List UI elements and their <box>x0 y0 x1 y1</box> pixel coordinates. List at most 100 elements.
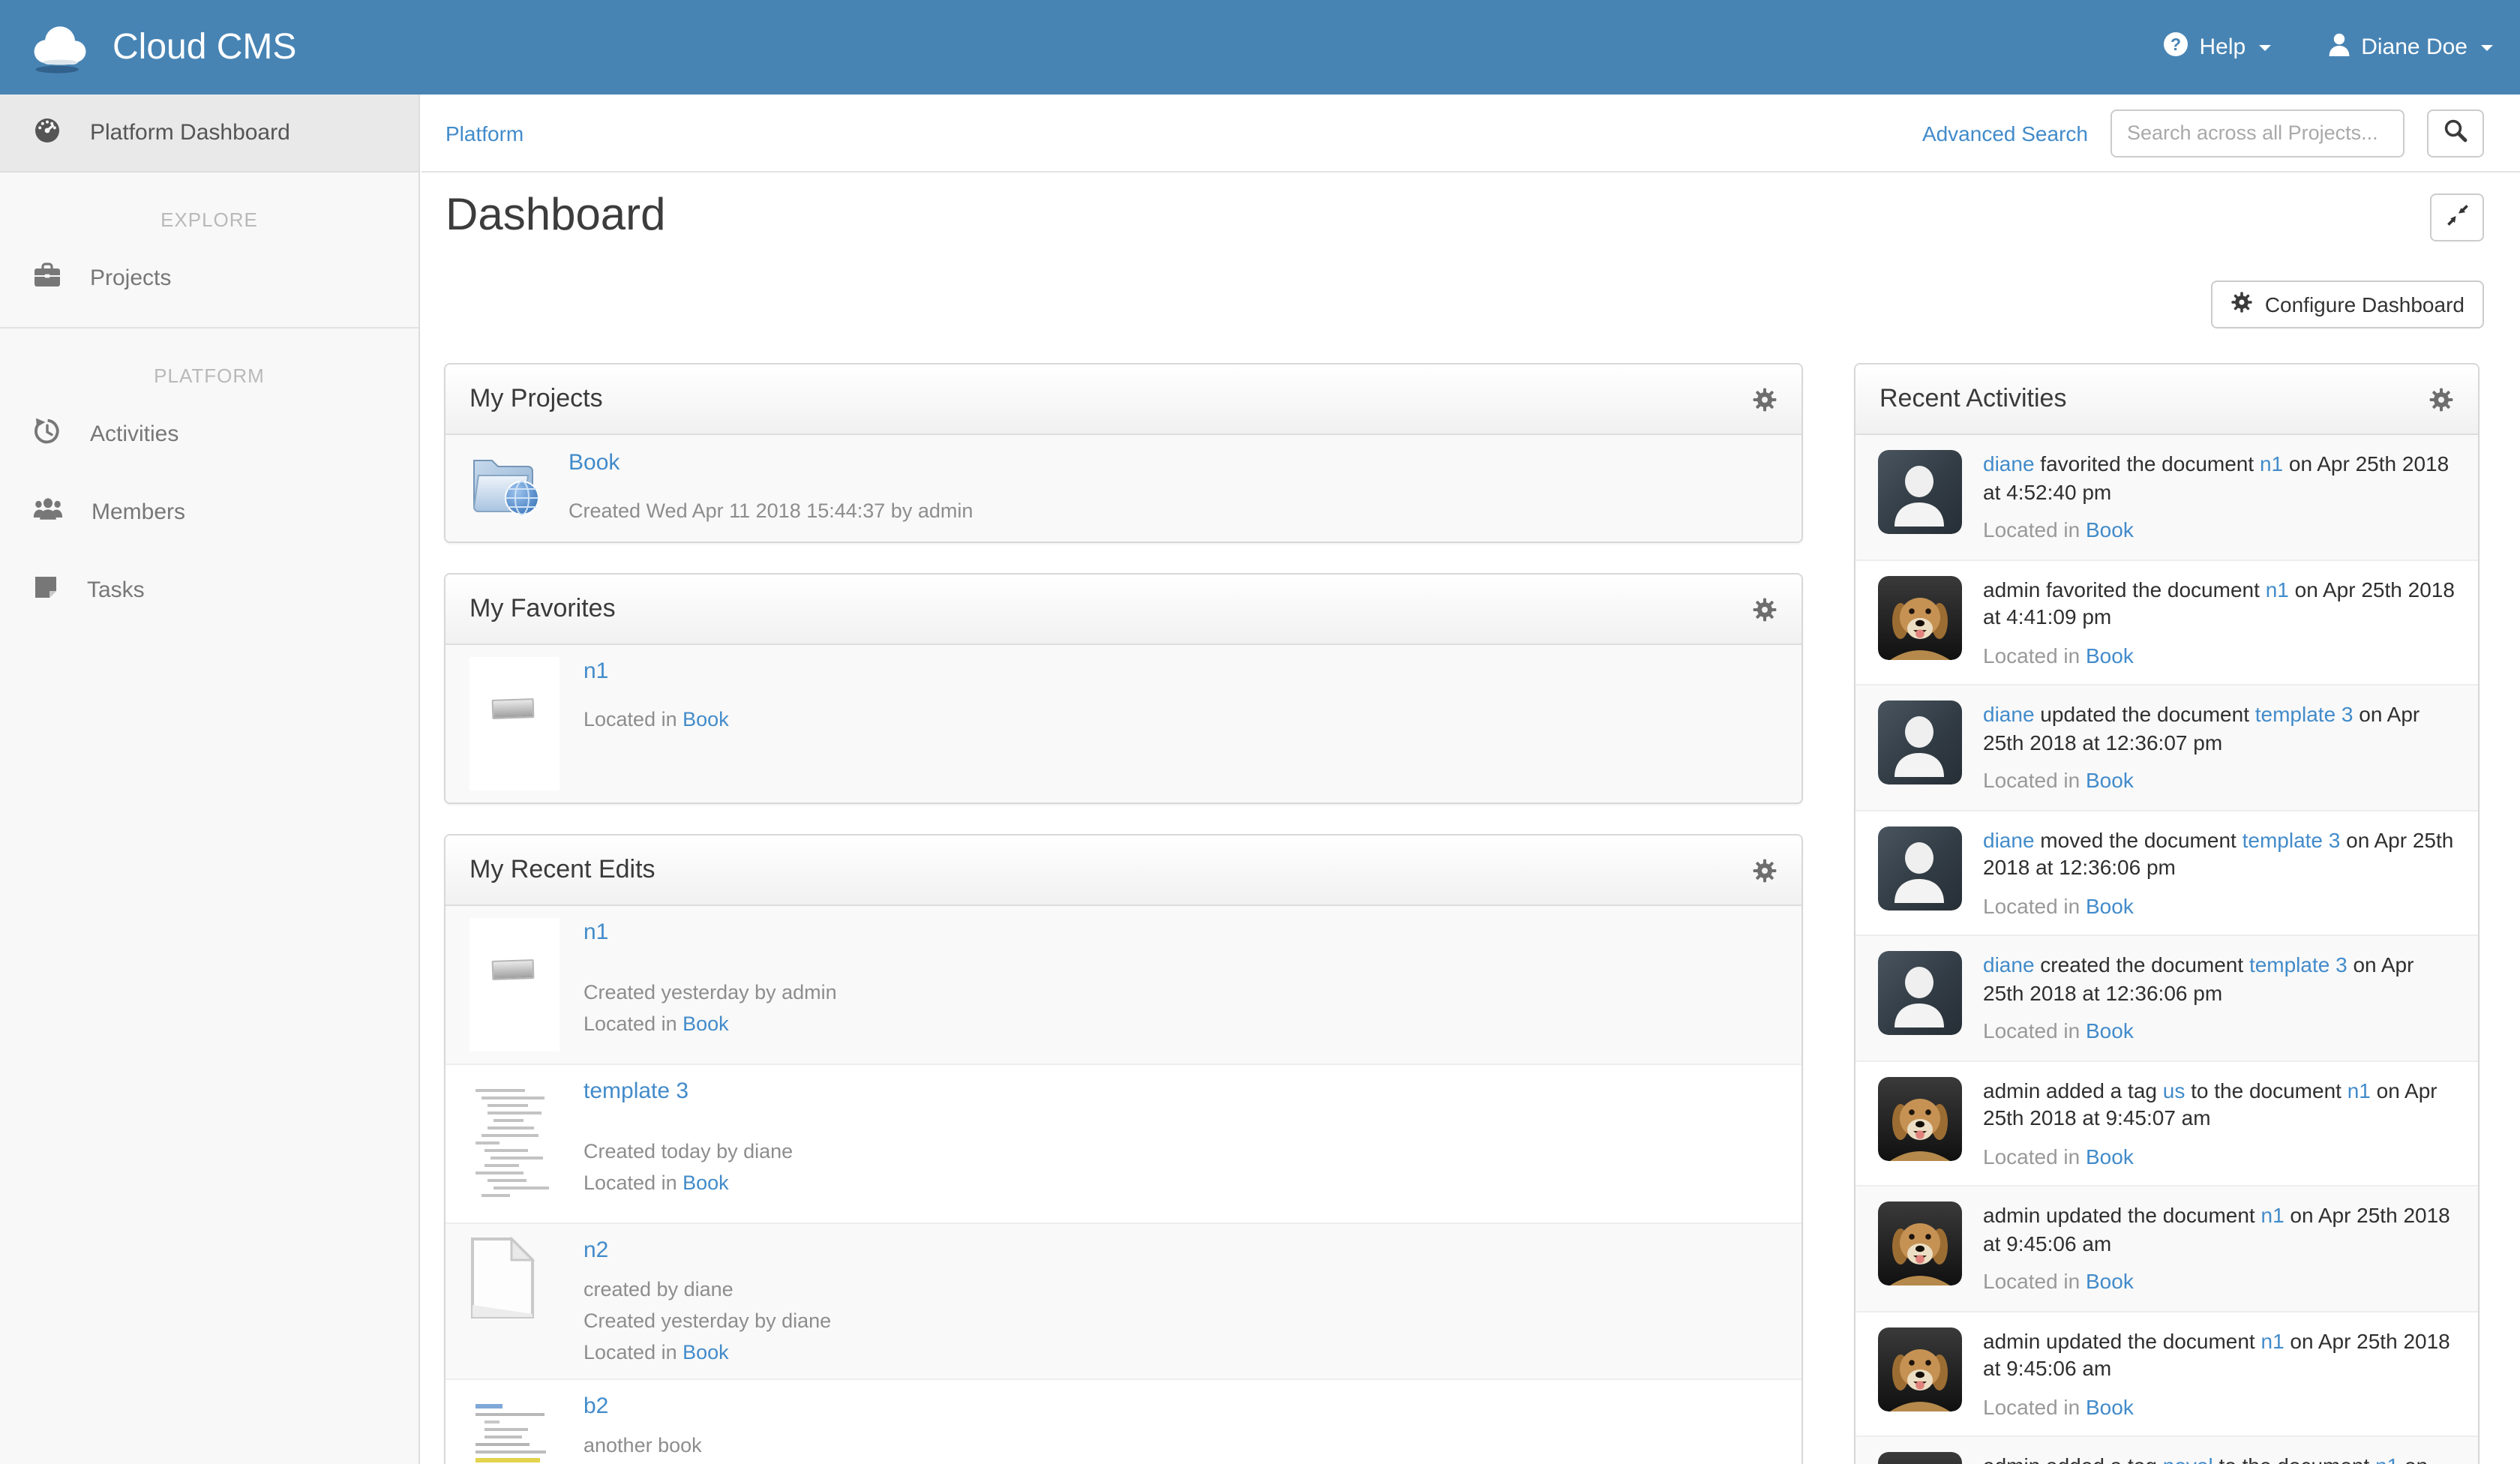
document-description: another book <box>584 1432 828 1460</box>
activity-link[interactable]: n1 <box>2261 1328 2284 1352</box>
activity-link[interactable]: n1 <box>2260 452 2283 476</box>
document-link[interactable]: template 3 <box>584 1077 793 1106</box>
sidebar-item-members[interactable]: Members <box>0 480 418 543</box>
panel-settings-button[interactable] <box>1752 596 1778 622</box>
activity-body: admin updated the document n1 on Apr 25t… <box>1983 1327 2456 1420</box>
located-in: Located in Book <box>584 1011 837 1038</box>
document-thumbnail[interactable] <box>470 918 560 1052</box>
sidebar-divider <box>0 327 418 328</box>
dog-avatar <box>1878 1327 1962 1411</box>
located-in: Located in Book <box>1983 1142 2456 1170</box>
located-in: Located in Book <box>1983 1268 2456 1295</box>
cloud-icon <box>27 20 93 75</box>
search-input[interactable] <box>2110 109 2404 157</box>
document-thumbnail[interactable] <box>470 1236 560 1328</box>
sidebar-item-platform-dashboard[interactable]: Platform Dashboard <box>0 94 418 172</box>
located-link[interactable]: Book <box>2086 1144 2134 1168</box>
people-icon <box>33 496 63 526</box>
panel-settings-button[interactable] <box>2428 386 2454 412</box>
advanced-search-link[interactable]: Advanced Search <box>1922 121 2088 145</box>
document-meta: Created today by diane <box>584 1138 793 1166</box>
panel-settings-button[interactable] <box>1752 386 1778 412</box>
activity-item: admin updated the document n1 on Apr 25t… <box>1856 1185 2478 1310</box>
person-avatar <box>1878 951 1962 1035</box>
activity-link[interactable]: n1 <box>2261 1203 2284 1227</box>
panel-settings-button[interactable] <box>1752 857 1778 883</box>
document-link[interactable]: b2 <box>584 1392 828 1420</box>
activity-item: diane favorited the document n1 on Apr 2… <box>1856 435 2478 559</box>
located-link[interactable]: Book <box>2086 1394 2134 1418</box>
list-item: b2another bookCreated last week by diane <box>446 1378 1802 1464</box>
person-avatar <box>1878 826 1962 910</box>
located-in: Located in Book <box>1983 641 2456 669</box>
activity-link[interactable]: n1 <box>2375 1454 2398 1464</box>
document-info: b2another bookCreated last week by diane <box>584 1392 828 1464</box>
note-icon <box>33 574 58 605</box>
located-link[interactable]: Book <box>2086 1018 2134 1042</box>
brand-title: Cloud CMS <box>112 26 296 68</box>
question-circle-icon: ? <box>2164 32 2189 63</box>
breadcrumb-bar: Platform Advanced Search <box>422 94 2520 172</box>
located-link[interactable]: Book <box>2086 893 2134 917</box>
document-info: template 3Created today by dianeLocated … <box>584 1077 793 1197</box>
document-description: created by diane <box>584 1276 831 1304</box>
project-folder-icon[interactable] <box>470 448 544 528</box>
list-item: n2created by dianeCreated yesterday by d… <box>446 1222 1802 1378</box>
gear-icon <box>2230 291 2253 318</box>
sidebar-item-activities[interactable]: Activities <box>0 402 418 465</box>
activity-link[interactable]: n1 <box>2266 577 2289 601</box>
project-link[interactable]: Book <box>568 448 973 477</box>
activity-link[interactable]: template 3 <box>2255 702 2354 726</box>
document-link[interactable]: n1 <box>584 918 837 946</box>
located-link[interactable]: Book <box>2086 768 2134 792</box>
svg-text:?: ? <box>2170 34 2181 54</box>
activity-link[interactable]: n1 <box>2348 1078 2371 1102</box>
document-info: n1Created yesterday by adminLocated in B… <box>584 918 837 1038</box>
sidebar-item-label: Projects <box>90 265 171 290</box>
main-content: Platform Advanced Search Dashboard <box>422 94 2520 1464</box>
located-link[interactable]: Book <box>2086 643 2134 667</box>
activity-item: admin updated the document n1 on Apr 25t… <box>1856 1310 2478 1436</box>
activity-link[interactable]: us <box>2163 1078 2186 1102</box>
document-link[interactable]: n2 <box>584 1236 831 1264</box>
document-thumbnail[interactable] <box>470 657 560 790</box>
brand-logo[interactable]: Cloud CMS <box>27 20 296 75</box>
located-link[interactable]: Book <box>2086 1269 2134 1293</box>
document-thumbnail[interactable] <box>470 1077 560 1210</box>
user-menu[interactable]: Diane Doe <box>2328 32 2493 62</box>
document-thumbnail[interactable] <box>470 1392 560 1464</box>
my-recent-edits-panel: My Recent Edits <box>444 834 1803 1464</box>
history-icon <box>33 416 62 451</box>
activity-link[interactable]: template 3 <box>2249 952 2348 976</box>
located-link[interactable]: Book <box>682 1012 729 1035</box>
sidebar-item-projects[interactable]: Projects <box>0 246 418 309</box>
activity-link[interactable]: diane <box>1983 452 2035 476</box>
activity-link[interactable]: novel <box>2163 1454 2213 1464</box>
located-link[interactable]: Book <box>682 708 729 730</box>
document-link[interactable]: n1 <box>584 657 729 686</box>
activity-body: diane moved the document template 3 on A… <box>1983 826 2456 920</box>
list-item: Book Created Wed Apr 11 2018 15:44:37 by… <box>446 435 1802 542</box>
located-link[interactable]: Book <box>682 1172 729 1194</box>
activity-link[interactable]: diane <box>1983 952 2035 976</box>
sidebar-item-tasks[interactable]: Tasks <box>0 558 418 621</box>
located-link[interactable]: Book <box>2086 518 2134 542</box>
search-button[interactable] <box>2427 109 2484 157</box>
located-link[interactable]: Book <box>682 1341 729 1364</box>
person-avatar <box>1878 700 1962 784</box>
activity-link[interactable]: template 3 <box>2242 827 2341 851</box>
configure-dashboard-button[interactable]: Configure Dashboard <box>2211 280 2484 328</box>
help-menu[interactable]: ? Help <box>2164 32 2272 63</box>
breadcrumb-platform-link[interactable]: Platform <box>446 121 524 145</box>
recent-edits-list: n1Created yesterday by adminLocated in B… <box>446 906 1802 1464</box>
activity-link[interactable]: diane <box>1983 827 2035 851</box>
activity-text: admin favorited the document n1 on Apr 2… <box>1983 575 2456 631</box>
cloud-cms-app: Cloud CMS ? Help <box>0 0 2520 1464</box>
activity-link[interactable]: diane <box>1983 702 2035 726</box>
collapse-dashboard-button[interactable] <box>2430 194 2484 242</box>
activity-item: diane moved the document template 3 on A… <box>1856 809 2478 934</box>
dog-avatar <box>1878 1076 1962 1160</box>
activity-text: diane moved the document template 3 on A… <box>1983 826 2456 881</box>
located-in: Located in Book <box>1983 1017 2456 1045</box>
activity-item: diane created the document template 3 on… <box>1856 934 2478 1060</box>
